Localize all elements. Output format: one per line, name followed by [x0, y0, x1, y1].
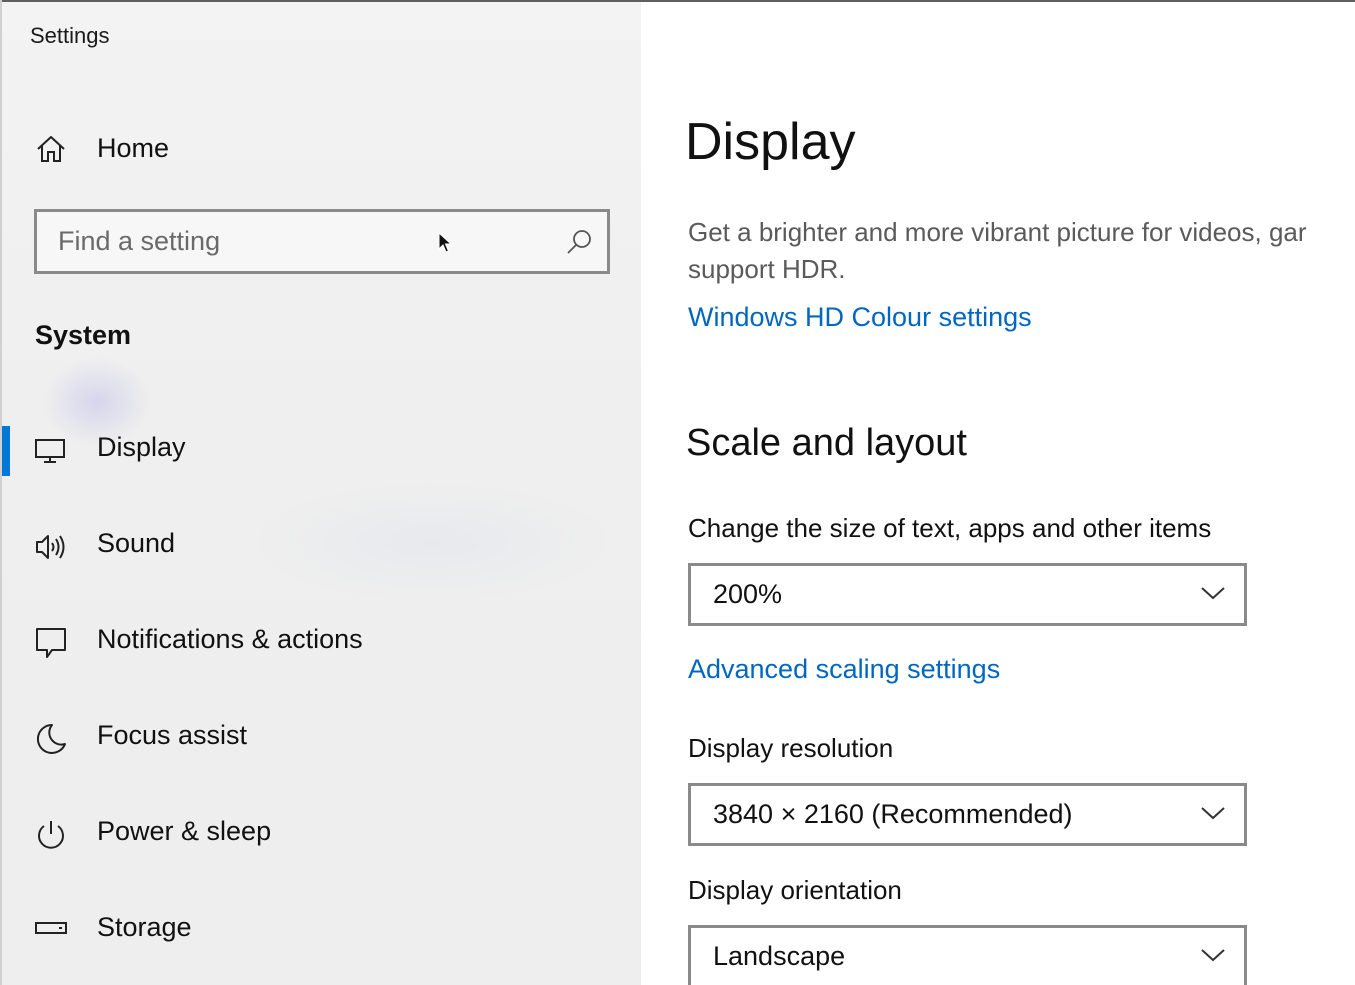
sidebar: Settings Home Syst — [2, 2, 641, 985]
page-title: Display — [685, 113, 856, 171]
sidebar-item-label: Power & sleep — [97, 816, 272, 846]
orientation-dropdown[interactable]: Landscape — [688, 925, 1247, 985]
window-left-border — [0, 0, 2, 985]
app-title: Settings — [30, 23, 110, 48]
hdr-description-line: support HDR. — [688, 254, 846, 284]
orientation-dropdown-value: Landscape — [713, 941, 846, 971]
home-label: Home — [97, 133, 170, 163]
power-icon — [34, 818, 68, 852]
chevron-down-icon — [1200, 803, 1226, 823]
storage-icon — [34, 914, 68, 948]
monitor-icon — [34, 434, 68, 468]
orientation-label: Display orientation — [688, 875, 902, 905]
sidebar-item-notifications[interactable]: Notifications & actions — [2, 604, 641, 684]
main-content: Display Get a brighter and more vibrant … — [641, 2, 1355, 985]
moon-icon — [34, 722, 68, 756]
size-label: Change the size of text, apps and other … — [688, 513, 1212, 543]
sidebar-item-power-sleep[interactable]: Power & sleep — [2, 796, 641, 876]
hdr-description-line: Get a brighter and more vibrant picture … — [688, 217, 1307, 247]
sidebar-item-label: Display — [97, 432, 186, 462]
sidebar-item-label: Sound — [97, 528, 176, 558]
scale-dropdown-value: 200% — [713, 579, 783, 609]
advanced-scaling-link[interactable]: Advanced scaling settings — [688, 654, 1000, 685]
search-box — [34, 209, 610, 274]
resolution-dropdown-value: 3840 × 2160 (Recommended) — [713, 799, 1073, 829]
hdr-description: Get a brighter and more vibrant picture … — [688, 214, 1355, 288]
resolution-label: Display resolution — [688, 733, 894, 763]
section-label-system: System — [35, 320, 132, 350]
mouse-cursor-icon — [438, 231, 453, 254]
sidebar-item-display[interactable]: Display — [2, 412, 641, 492]
active-indicator — [2, 426, 10, 476]
scale-dropdown[interactable]: 200% — [688, 563, 1247, 626]
notification-icon — [34, 626, 68, 660]
home-nav-item[interactable]: Home — [2, 120, 641, 180]
sidebar-item-focus-assist[interactable]: Focus assist — [2, 700, 641, 780]
chevron-down-icon — [1200, 583, 1226, 603]
chevron-down-icon — [1200, 945, 1226, 965]
sidebar-item-sound[interactable]: Sound — [2, 508, 641, 588]
sidebar-item-label: Notifications & actions — [97, 624, 363, 654]
search-input[interactable] — [37, 212, 557, 271]
speaker-icon — [34, 530, 68, 564]
settings-window: Settings Home Syst — [0, 0, 1355, 985]
search-icon[interactable] — [565, 228, 593, 256]
scale-layout-heading: Scale and layout — [686, 422, 967, 464]
sidebar-item-storage[interactable]: Storage — [2, 892, 641, 972]
sidebar-item-label: Focus assist — [97, 720, 248, 750]
sidebar-item-label: Storage — [97, 912, 192, 942]
resolution-dropdown[interactable]: 3840 × 2160 (Recommended) — [688, 783, 1247, 846]
home-icon — [34, 132, 68, 166]
hd-colour-settings-link[interactable]: Windows HD Colour settings — [688, 302, 1032, 333]
